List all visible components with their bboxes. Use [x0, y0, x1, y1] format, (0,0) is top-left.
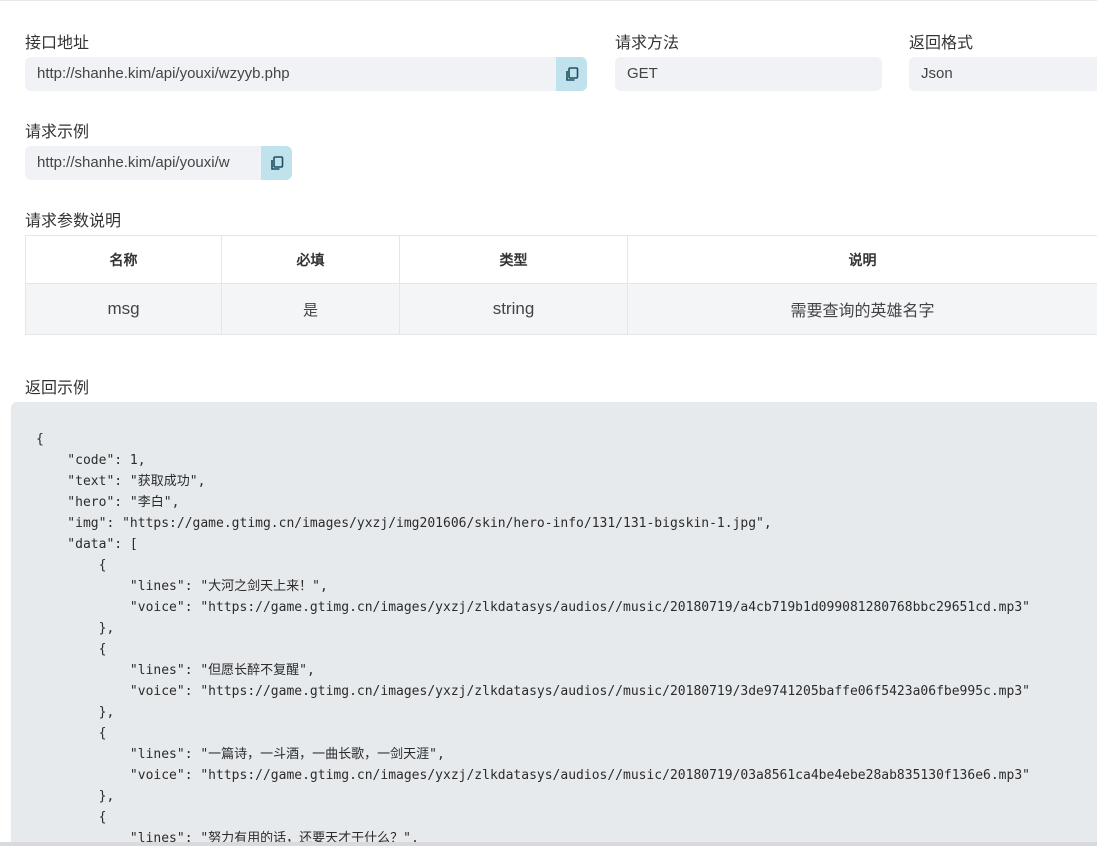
header-description: 说明	[627, 235, 1097, 284]
method-field[interactable]: GET	[615, 57, 882, 91]
response-label: 返回示例	[25, 380, 90, 397]
bottom-scrollbar	[0, 842, 1097, 846]
api-url-field[interactable]: http://shanhe.kim/api/youxi/wzyyb.php	[25, 57, 587, 91]
method-value: GET	[627, 65, 658, 82]
copy-icon	[565, 66, 578, 81]
example-copy-button[interactable]	[261, 146, 292, 180]
response-code: { "code": 1, "text": "获取成功", "hero": "李白…	[36, 432, 1030, 846]
example-field[interactable]: http://shanhe.kim/api/youxi/w	[25, 146, 292, 180]
param-required: 是	[221, 283, 400, 335]
param-name: msg	[25, 283, 222, 335]
method-label: 请求方法	[615, 35, 680, 52]
param-description: 需要查询的英雄名字	[627, 283, 1097, 335]
table-row: msg 是 string 需要查询的英雄名字	[25, 283, 1097, 335]
format-field[interactable]: Json	[909, 57, 1097, 91]
params-label: 请求参数说明	[25, 213, 122, 230]
response-code-block[interactable]: { "code": 1, "text": "获取成功", "hero": "李白…	[11, 402, 1097, 846]
param-type: string	[399, 283, 628, 335]
params-table: 名称 必填 类型 说明 msg 是 string 需要查询的英雄名字	[25, 235, 1097, 335]
api-url-value: http://shanhe.kim/api/youxi/wzyyb.php	[37, 65, 290, 82]
format-value: Json	[921, 65, 953, 82]
header-required: 必填	[221, 235, 400, 284]
copy-icon	[270, 155, 283, 170]
api-url-copy-button[interactable]	[556, 57, 587, 91]
header-type: 类型	[399, 235, 628, 284]
format-label: 返回格式	[909, 35, 974, 52]
top-divider	[0, 0, 1097, 1]
header-name: 名称	[25, 235, 222, 284]
example-value: http://shanhe.kim/api/youxi/w	[37, 154, 230, 171]
api-url-label: 接口地址	[25, 35, 90, 52]
params-header-row: 名称 必填 类型 说明	[25, 235, 1097, 284]
example-label: 请求示例	[25, 124, 90, 141]
